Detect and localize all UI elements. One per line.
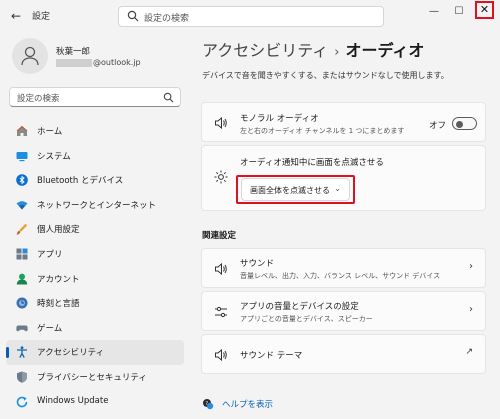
- flash-screen-title: オーディオ通知中に画面を点滅させる: [240, 158, 384, 168]
- sidebar-item-accessibility[interactable]: アクセシビリティ: [6, 340, 184, 365]
- search-icon: [127, 10, 139, 22]
- sidebar-item-gaming[interactable]: ゲーム: [6, 316, 184, 341]
- bluetooth-icon: [16, 174, 28, 186]
- network-icon: [16, 201, 28, 210]
- system-icon: [16, 151, 28, 161]
- maximize-button[interactable]: ☐: [449, 2, 469, 22]
- related-item-subtitle: アプリごとの音量とデバイス、スピーカー: [240, 315, 373, 323]
- sidebar-item-personalization[interactable]: 個人用設定: [6, 217, 184, 242]
- game-icon: [16, 325, 28, 332]
- back-arrow-icon[interactable]: ←: [8, 8, 24, 24]
- related-item-app-volume[interactable]: アプリの音量とデバイスの設定 アプリごとの音量とデバイス、スピーカー ›: [201, 291, 486, 331]
- help-link[interactable]: ? ヘルプを表示: [202, 396, 302, 412]
- brush-icon: [16, 224, 28, 235]
- minimize-button[interactable]: —: [424, 2, 444, 22]
- home-icon: [16, 125, 28, 136]
- page-title: アクセシビリティ › オーディオ: [202, 37, 424, 61]
- chevron-right-icon: ›: [469, 261, 473, 272]
- sidebar-item-system[interactable]: システム: [6, 144, 184, 169]
- related-item-title: サウンド テーマ: [240, 351, 303, 361]
- top-search-placeholder: 設定の検索: [144, 14, 190, 24]
- sidebar-search-input[interactable]: 設定の検索: [9, 87, 181, 107]
- speaker-icon: [215, 116, 227, 130]
- sidebar-item-label: アクセシビリティ: [37, 348, 105, 359]
- related-item-title: サウンド: [240, 259, 275, 269]
- related-settings-heading: 関連設定: [202, 231, 237, 241]
- redacted-email: [56, 58, 92, 67]
- mono-audio-toggle[interactable]: [452, 117, 477, 130]
- speaker-icon: [215, 348, 227, 362]
- close-icon: ✕: [479, 3, 490, 16]
- mixer-icon: [215, 306, 227, 318]
- sidebar-item-windows-update[interactable]: Windows Update: [6, 390, 184, 415]
- sidebar-item-bluetooth[interactable]: Bluetooth とデバイス: [6, 168, 184, 193]
- breadcrumb-parent[interactable]: アクセシビリティ: [202, 41, 328, 60]
- search-icon: [163, 92, 174, 103]
- sidebar-item-label: Windows Update: [37, 395, 109, 406]
- chevron-right-icon: ›: [469, 304, 473, 315]
- shield-icon: [17, 371, 27, 383]
- breadcrumb-current: オーディオ: [345, 41, 425, 60]
- breadcrumb-separator: ›: [334, 45, 340, 60]
- sidebar-item-label: ネットワークとインターネット: [37, 200, 157, 211]
- sidebar-search-placeholder: 設定の検索: [17, 94, 60, 104]
- account-icon: [16, 273, 28, 285]
- sidebar-item-label: 時刻と言語: [37, 299, 80, 310]
- speaker-icon: [215, 262, 227, 276]
- sidebar-item-home[interactable]: ホーム: [6, 119, 184, 144]
- sidebar-item-label: 個人用設定: [37, 225, 80, 236]
- profile-email: @outlook.jp: [56, 58, 141, 67]
- sidebar-item-label: システム: [37, 151, 71, 162]
- toggle-knob: [456, 120, 463, 128]
- highlight-box: [236, 175, 355, 204]
- update-icon: [16, 396, 28, 407]
- app-title: 設定: [32, 12, 51, 22]
- flash-screen-card: オーディオ通知中に画面を点滅させる 画面全体を点滅させる ⌄: [201, 145, 486, 211]
- brightness-icon: [214, 170, 228, 184]
- external-link-icon: ↗: [465, 347, 473, 357]
- related-item-subtitle: 音量レベル、出力、入力、バランス レベル、サウンド デバイス: [240, 272, 441, 280]
- globe-icon: [16, 297, 28, 309]
- sidebar-item-label: プライバシーとセキュリティ: [37, 372, 147, 383]
- apps-icon: [16, 248, 28, 260]
- svg-text:?: ?: [205, 401, 208, 407]
- person-icon: [21, 46, 39, 66]
- close-button[interactable]: ✕: [475, 1, 494, 19]
- top-search-input[interactable]: 設定の検索: [118, 6, 384, 27]
- sidebar-item-label: ゲーム: [37, 323, 63, 334]
- sidebar-item-label: アプリ: [37, 249, 63, 260]
- title-bar: ← 設定 設定の検索 — ☐ ✕: [0, 0, 500, 32]
- sidebar-item-label: アカウント: [37, 274, 80, 285]
- sidebar-item-apps[interactable]: アプリ: [6, 242, 184, 267]
- mono-audio-card: モノラル オーディオ 左と右のオーディオ チャンネルを 1 つにまとめます オフ: [201, 102, 486, 142]
- sidebar-item-network[interactable]: ネットワークとインターネット: [6, 193, 184, 218]
- sidebar-nav: ホーム システム Bluetooth とデバイス ネットワークとインターネット …: [6, 119, 184, 414]
- sidebar-item-accounts[interactable]: アカウント: [6, 267, 184, 292]
- active-indicator: [6, 347, 9, 359]
- sidebar-item-privacy-security[interactable]: プライバシーとセキュリティ: [6, 365, 184, 390]
- mono-audio-title: モノラル オーディオ: [240, 114, 319, 124]
- sidebar-item-time-language[interactable]: 時刻と言語: [6, 291, 184, 316]
- related-item-sound-theme[interactable]: サウンド テーマ ↗: [201, 334, 486, 374]
- sidebar-item-label: ホーム: [37, 127, 63, 137]
- avatar: [12, 38, 48, 74]
- mono-toggle-state: オフ: [429, 121, 447, 131]
- related-item-sound[interactable]: サウンド 音量レベル、出力、入力、バランス レベル、サウンド デバイス ›: [201, 248, 486, 288]
- page-description: デバイスで音を聞きやすくする、またはサウンドなしで使用します。: [202, 71, 449, 80]
- sidebar-item-label: Bluetooth とデバイス: [37, 176, 124, 187]
- help-icon: ?: [203, 399, 214, 410]
- help-link-label: ヘルプを表示: [222, 400, 274, 410]
- mono-audio-subtitle: 左と右のオーディオ チャンネルを 1 つにまとめます: [240, 127, 405, 135]
- profile-name: 秋葉一郎: [56, 47, 91, 57]
- related-item-title: アプリの音量とデバイスの設定: [240, 302, 359, 312]
- accessibility-icon: [17, 346, 27, 359]
